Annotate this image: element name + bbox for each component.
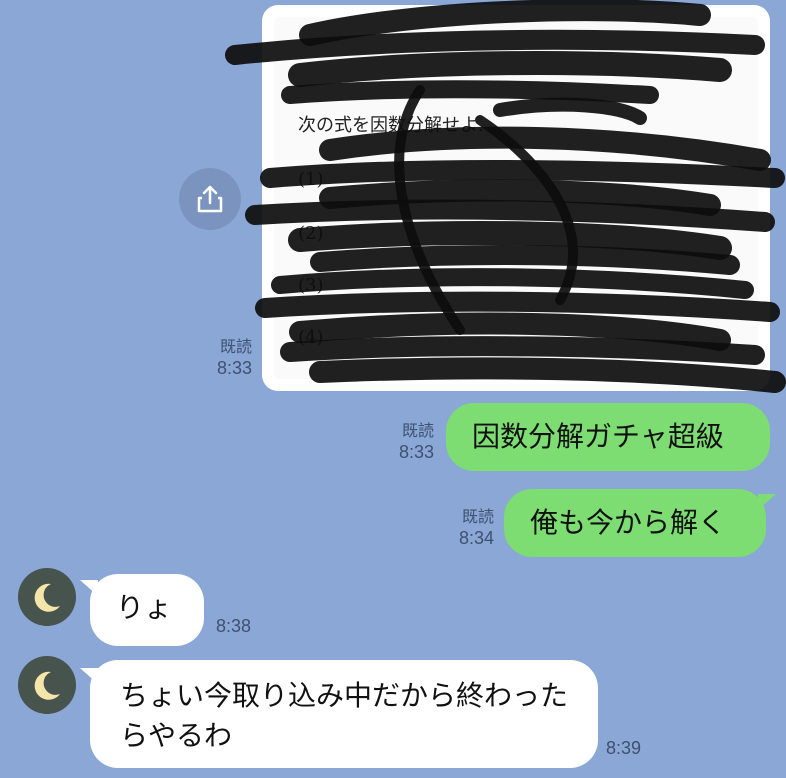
worksheet-problem: (1) [298,169,324,190]
read-receipt: 既読 [219,339,252,356]
timestamp: 8:33 [216,358,252,378]
moon-icon [34,583,60,612]
share-button[interactable] [179,168,241,230]
message-meta: 既読 8:33 [399,422,434,462]
worksheet-problem: (3) [298,275,324,296]
timestamp: 8:39 [606,738,642,758]
worksheet-problem: (2) [298,223,324,244]
timestamp: 8:33 [398,442,434,462]
message-bubble-received[interactable]: ちょい今取り込み中だから終わったらやるわ [90,660,598,768]
message-meta: 既読 8:33 [217,338,252,378]
message-text: 俺も今から解く [530,506,727,539]
moon-icon [34,671,60,700]
timestamp: 8:38 [216,616,252,636]
message-meta: 既読 8:34 [459,508,494,548]
chat-view: 既読 8:33 次の式を因数分解せよ. (1) (2) (3) (4) 既読 8… [0,0,786,778]
timestamp: 8:34 [458,528,494,548]
message-bubble-sent[interactable]: 因数分解ガチャ超級 [446,403,770,471]
message-bubble-received[interactable]: りょ [90,574,204,646]
message-text: 因数分解ガチャ超級 [472,420,724,453]
share-icon [197,185,223,213]
image-message[interactable]: 次の式を因数分解せよ. (1) (2) (3) (4) [262,5,770,391]
message-text: りょ [116,591,173,624]
avatar[interactable] [18,568,76,626]
message-bubble-sent[interactable]: 俺も今から解く [504,489,766,557]
worksheet-problem: (4) [298,327,324,348]
read-receipt: 既読 [401,423,434,440]
worksheet-photo: 次の式を因数分解せよ. (1) (2) (3) (4) [274,17,758,379]
message-text: ちょい今取り込み中だから終わったらやるわ [120,679,569,752]
avatar[interactable] [18,656,76,714]
bubble-tail [758,494,776,510]
read-receipt: 既読 [461,509,494,526]
worksheet-heading: 次の式を因数分解せよ. [298,115,484,136]
